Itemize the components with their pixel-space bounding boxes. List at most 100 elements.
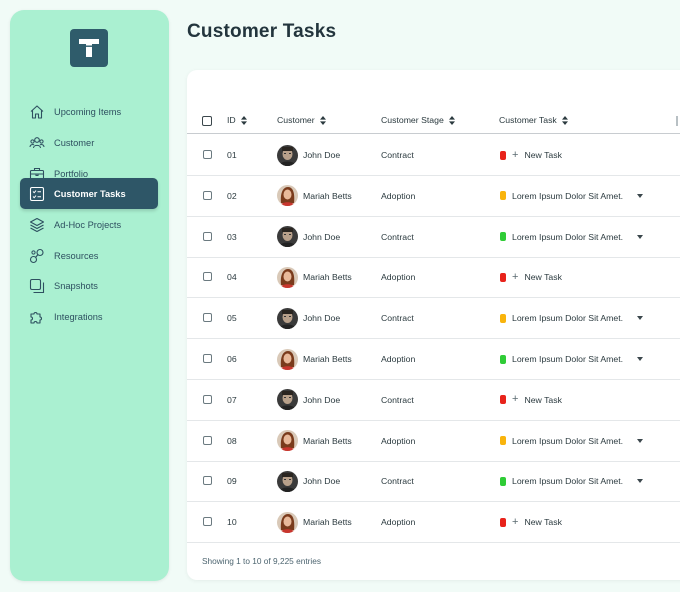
chevron-down-icon[interactable] — [637, 479, 643, 484]
status-dot — [500, 476, 506, 486]
plus-icon[interactable]: + — [512, 394, 518, 405]
row-checkbox[interactable] — [203, 394, 212, 404]
table-row[interactable]: 09 John Doe Contract Lorem Ipsum Dolor Sit … — [187, 461, 680, 503]
sort-icon[interactable] — [561, 115, 568, 125]
header-task[interactable]: Customer Task — [499, 115, 568, 125]
sidebar-item-customer[interactable]: Customer — [20, 127, 158, 158]
customer-name: Mariah Betts — [303, 272, 352, 283]
header-customer[interactable]: Customer — [277, 115, 326, 125]
avatar — [277, 470, 298, 492]
status-dot — [500, 436, 506, 446]
customer-cell[interactable]: Mariah Betts — [277, 339, 352, 379]
sidebar-item-snapshots[interactable]: Snapshots — [20, 270, 158, 301]
customer-cell[interactable]: John Doe — [277, 298, 340, 338]
status-dot — [500, 191, 506, 201]
customer-cell[interactable]: John Doe — [277, 217, 340, 257]
task-cell[interactable]: Lorem Ipsum Dolor Sit Amet. — [500, 176, 623, 216]
row-checkbox[interactable] — [203, 150, 212, 159]
table-row[interactable]: 10 Mariah Betts Adoption + New Task — [187, 502, 680, 544]
sort-icon[interactable] — [319, 115, 326, 125]
task-cell[interactable]: + New Task — [500, 135, 562, 175]
task-cell[interactable]: Lorem Ipsum Dolor Sit Amet. — [500, 421, 623, 461]
copy-icon — [29, 278, 45, 294]
row-checkbox[interactable] — [203, 313, 212, 323]
table-row[interactable]: 02 Mariah Betts Adoption Lorem Ipsum Dolor … — [187, 176, 680, 217]
table-row[interactable]: 03 John Doe Contract Lorem Ipsum Dolor Sit … — [187, 217, 680, 258]
row-checkbox[interactable] — [203, 354, 212, 363]
task-label: New Task — [524, 150, 562, 160]
task-cell[interactable]: Lorem Ipsum Dolor Sit Amet. — [500, 217, 623, 257]
plus-icon[interactable]: + — [512, 149, 518, 161]
table-row[interactable]: 04 Mariah Betts Adoption + New Task — [187, 257, 680, 299]
header-stage[interactable]: Customer Stage — [381, 115, 455, 125]
row-checkbox[interactable] — [203, 272, 212, 282]
task-cell[interactable]: Lorem Ipsum Dolor Sit Amet. — [500, 461, 623, 501]
home-icon — [29, 104, 45, 120]
table-row[interactable]: 08 Mariah Betts Adoption Lorem Ipsum Dolor … — [187, 421, 680, 462]
status-dot — [500, 313, 506, 323]
sidebar-item-resources[interactable]: Resources — [20, 240, 158, 271]
sidebar-item-label: Ad-Hoc Projects — [54, 219, 122, 230]
sidebar-item-ad-hoc-projects[interactable]: Ad-Hoc Projects — [20, 209, 158, 240]
task-label: Lorem Ipsum Dolor Sit Amet. — [512, 313, 624, 324]
customer-name: John Doe — [303, 476, 341, 487]
header-customer-label: Customer — [277, 115, 315, 125]
chevron-down-icon[interactable] — [637, 357, 643, 361]
task-cell[interactable]: + New Task — [500, 380, 562, 420]
customer-cell[interactable]: John Doe — [277, 461, 340, 501]
row-id: 10 — [227, 517, 237, 528]
table-row[interactable]: 01 John Doe Contract + New Task — [187, 135, 680, 176]
table-row[interactable]: 05 John Doe Contract Lorem Ipsum Dolor Sit … — [187, 298, 680, 340]
row-id: 09 — [227, 476, 237, 487]
chevron-down-icon[interactable] — [637, 438, 643, 443]
layers-icon — [29, 217, 45, 233]
customer-name: Mariah Betts — [303, 435, 352, 446]
table-row[interactable]: 06 Mariah Betts Adoption Lorem Ipsum Dolor … — [187, 339, 680, 380]
sidebar-item-label: Snapshots — [54, 280, 98, 291]
customer-name: John Doe — [303, 150, 341, 160]
customer-cell[interactable]: John Doe — [277, 135, 340, 175]
sidebar-item-label: Portfolio — [54, 168, 89, 179]
select-all-checkbox[interactable] — [202, 116, 212, 126]
task-cell[interactable]: Lorem Ipsum Dolor Sit Amet. — [500, 298, 623, 338]
row-checkbox[interactable] — [203, 231, 212, 241]
sidebar-item-upcoming-items[interactable]: Upcoming Items — [20, 96, 158, 127]
row-checkbox[interactable] — [203, 190, 212, 200]
task-label: Lorem Ipsum Dolor Sit Amet. — [512, 354, 624, 364]
customer-cell[interactable]: Mariah Betts — [277, 257, 352, 297]
task-label: New Task — [524, 272, 562, 283]
t-logo-icon[interactable] — [70, 29, 108, 67]
task-cell[interactable]: + New Task — [500, 502, 562, 542]
sort-icon[interactable] — [448, 115, 455, 125]
chevron-down-icon[interactable] — [637, 316, 643, 321]
table-row[interactable]: 07 John Doe Contract + New Task — [187, 380, 680, 421]
status-dot — [500, 395, 506, 405]
sidebar-item-label: Upcoming Items — [54, 106, 122, 117]
sidebar-item-label: Customer Tasks — [54, 188, 126, 199]
chevron-down-icon[interactable] — [637, 193, 643, 198]
sidebar-item-integrations[interactable]: Integrations — [20, 301, 158, 332]
row-checkbox[interactable] — [203, 476, 212, 486]
customer-cell[interactable]: Mariah Betts — [277, 176, 352, 216]
sidebar-item-customer-tasks[interactable]: Customer Tasks — [20, 178, 158, 209]
chevron-down-icon[interactable] — [637, 234, 643, 239]
plus-icon[interactable]: + — [512, 516, 518, 528]
header-stage-label: Customer Stage — [381, 115, 444, 125]
customer-stage: Adoption — [381, 190, 416, 201]
header-id[interactable]: ID — [227, 115, 247, 125]
sidebar-item-label: Resources — [54, 250, 99, 261]
sort-icon[interactable] — [240, 115, 247, 125]
task-cell[interactable]: Lorem Ipsum Dolor Sit Amet. — [500, 339, 623, 379]
customer-cell[interactable]: Mariah Betts — [277, 502, 352, 542]
customer-name: John Doe — [303, 313, 341, 324]
task-cell[interactable]: + New Task — [500, 257, 562, 297]
customer-cell[interactable]: Mariah Betts — [277, 421, 352, 461]
customer-cell[interactable]: John Doe — [277, 380, 340, 420]
row-checkbox[interactable] — [203, 517, 212, 527]
row-id: 07 — [227, 394, 237, 405]
customer-stage: Contract — [381, 394, 414, 405]
tasks-table-card: ID Customer Customer Stage Customer Task… — [187, 70, 680, 580]
plus-icon[interactable]: + — [512, 271, 518, 283]
row-checkbox[interactable] — [203, 435, 212, 445]
task-label: Lorem Ipsum Dolor Sit Amet. — [512, 476, 624, 487]
